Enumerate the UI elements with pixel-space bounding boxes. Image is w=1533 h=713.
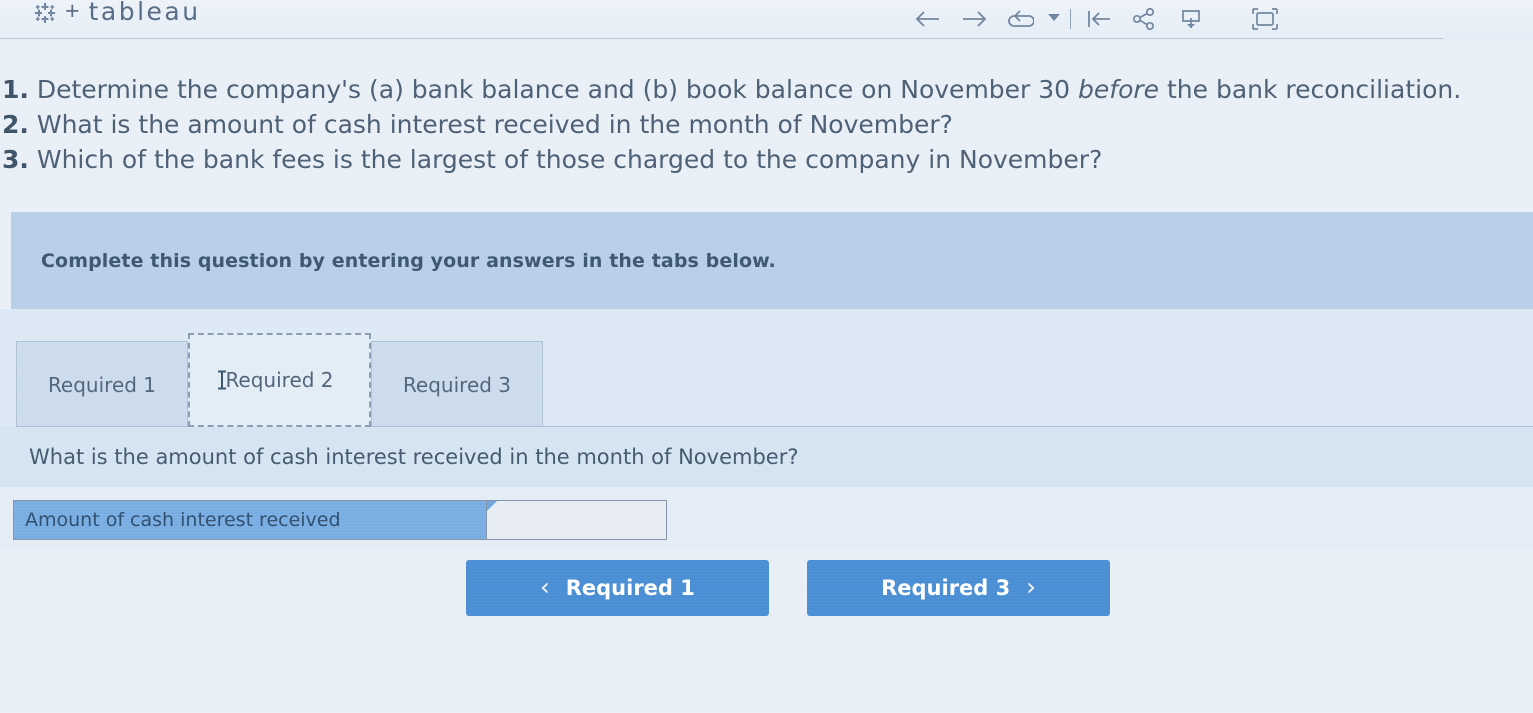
tab-navigation-bar: ‹ Required 1 Required 3 › <box>0 549 1533 639</box>
forward-arrow-icon[interactable] <box>951 0 997 38</box>
next-required-button[interactable]: Required 3 › <box>807 560 1110 616</box>
chevron-left-icon: ‹ <box>540 573 550 601</box>
tab-required-1[interactable]: Required 1 <box>16 341 188 427</box>
reset-icon[interactable] <box>1076 0 1122 38</box>
answer-row-label: Amount of cash interest received <box>14 501 486 539</box>
answer-input-cell[interactable] <box>486 501 666 539</box>
question-number: 1. <box>2 75 29 104</box>
question-number: 3. <box>2 145 29 174</box>
tableau-logo-icon <box>34 2 56 24</box>
tab-required-2[interactable]: Required 2 <box>188 333 371 427</box>
next-required-label: Required 3 <box>881 576 1011 600</box>
toolbar-separator-rule <box>0 38 1443 39</box>
tab-required-3[interactable]: Required 3 <box>371 341 543 427</box>
previous-required-label: Required 1 <box>565 576 695 600</box>
question-line-2: 2. What is the amount of cash interest r… <box>2 107 1533 142</box>
tab-label: Required 2 <box>225 368 334 392</box>
required-tab-strip: Required 1 Required 2 Required 3 <box>0 309 1533 428</box>
question-text-tail: the bank reconciliation. <box>1159 75 1462 104</box>
answer-table-row: Amount of cash interest received <box>13 500 667 540</box>
fullscreen-icon[interactable] <box>1242 0 1288 38</box>
plus-icon: + <box>65 0 80 25</box>
question-line-1: 1. Determine the company's (a) bank bala… <box>2 72 1533 107</box>
instruction-banner: Complete this question by entering your … <box>11 212 1533 309</box>
page-footer-space <box>0 639 1533 713</box>
download-icon[interactable] <box>1168 0 1214 38</box>
back-arrow-icon[interactable] <box>905 0 951 38</box>
answer-area: Amount of cash interest received <box>0 487 1533 549</box>
question-list: 1. Determine the company's (a) bank bala… <box>0 72 1533 177</box>
question-emphasis: before <box>1078 75 1160 104</box>
tab-label: Required 1 <box>47 372 157 397</box>
question-number: 2. <box>2 110 29 139</box>
previous-required-button[interactable]: ‹ Required 1 <box>466 560 769 616</box>
tableau-brand: + tableau <box>34 0 201 26</box>
instruction-banner-text: Complete this question by entering your … <box>41 249 776 272</box>
question-line-3: 3. Which of the bank fees is the largest… <box>2 142 1533 177</box>
brand-name: tableau <box>88 0 201 26</box>
revert-icon[interactable] <box>997 0 1043 38</box>
text-cursor-icon <box>218 370 226 390</box>
question-text: Determine the company's (a) bank balance… <box>28 75 1079 104</box>
question-text: What is the amount of cash interest rece… <box>28 110 953 139</box>
tab-label: Required 3 <box>402 372 512 397</box>
toolbar-divider <box>1070 9 1071 29</box>
chevron-right-icon: › <box>1026 573 1036 601</box>
tab-list: Required 1 Required 2 Required 3 <box>16 333 543 427</box>
toolbar-icon-group <box>905 0 1288 38</box>
answer-input[interactable] <box>487 501 666 539</box>
share-icon[interactable] <box>1122 0 1168 38</box>
question-text: Which of the bank fees is the largest of… <box>28 145 1103 174</box>
active-tab-question-text: What is the amount of cash interest rece… <box>29 445 799 469</box>
active-tab-question: What is the amount of cash interest rece… <box>0 427 1533 487</box>
revert-dropdown-caret-icon[interactable] <box>1043 0 1065 38</box>
app-toolbar: + tableau <box>0 0 1533 40</box>
cell-marker-icon <box>487 501 497 511</box>
